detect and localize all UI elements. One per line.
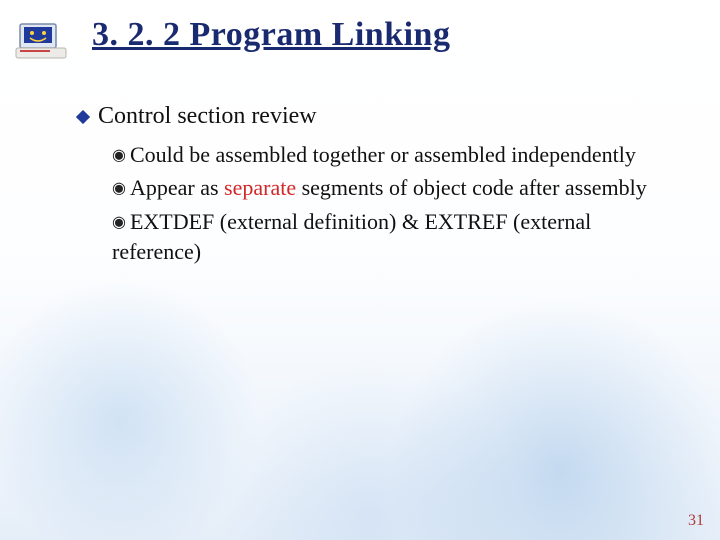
bullet-level2: ◉EXTDEF (external definition) & EXTREF (… [112, 207, 660, 266]
level2-text: segments of object code after assembly [296, 175, 647, 200]
slide-title: 3. 2. 2 Program Linking [92, 16, 450, 54]
diamond-icon [76, 101, 90, 133]
slide-body: Control section review ◉Could be assembl… [76, 100, 660, 266]
circle-dot-icon: ◉ [112, 178, 126, 200]
logo-icon [14, 18, 70, 60]
slide: 3. 2. 2 Program Linking Control section … [0, 0, 720, 540]
circle-dot-icon: ◉ [112, 145, 126, 167]
circle-dot-icon: ◉ [112, 212, 126, 234]
level2-text: Appear as [130, 175, 224, 200]
level2-text: EXTDEF (external definition) & EXTREF (e… [112, 209, 591, 264]
level1-text: Control section review [98, 103, 317, 129]
level2-text: Could be assembled together or assembled… [130, 142, 636, 167]
bullet-level1: Control section review [76, 100, 660, 134]
page-number: 31 [688, 512, 704, 530]
bullet-level2: ◉Appear as separate segments of object c… [112, 173, 660, 203]
bullet-level2: ◉Could be assembled together or assemble… [112, 140, 660, 170]
highlight-text: separate [224, 175, 296, 200]
